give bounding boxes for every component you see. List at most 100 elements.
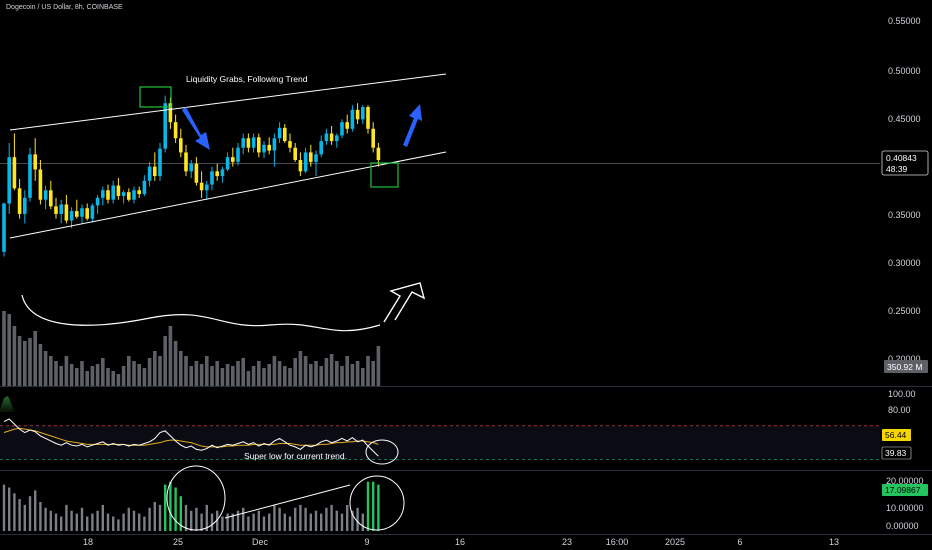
volume-bar [54,361,58,386]
volume-bar [132,361,136,386]
oscillator-bar [247,516,250,531]
candle-body [173,122,178,139]
oscillator-bar [356,507,359,531]
time-tick-label: 16 [455,537,465,547]
candle-body [350,109,355,129]
volume-bar [205,356,209,386]
liquidity-box [370,162,399,188]
oscillator-bar [18,499,21,531]
oscillator-bar [221,516,224,531]
volume-bar [215,361,219,386]
volume-bar [17,336,22,386]
volume-bar [116,374,121,386]
volume-bar [225,364,230,386]
volume-bar [220,368,225,386]
oscillator-bar [273,504,276,531]
candle-body [121,192,126,196]
candle-body [28,154,32,198]
oscillator-bar [106,513,110,531]
oscillator-bar [314,510,318,531]
volume-trend-curve [21,294,381,332]
price-tick-label: 0.30000 [888,258,921,268]
volume-bar [345,356,349,386]
volume-bar [173,341,178,386]
volume-bar [64,356,69,386]
candle-body [38,169,43,200]
rsi-tick-label: 80.00 [888,405,911,415]
candle-body [215,171,219,177]
oscillator-bar [184,504,188,531]
candle-body [194,163,199,183]
oscillator-bar [164,484,167,531]
candle-body [189,163,193,172]
oscillator-bar [174,487,177,531]
candle-body [153,166,157,177]
volume-bar [121,366,126,386]
time-tick-label: 18 [83,537,93,547]
oscillator-bar [75,513,78,531]
candle-body [80,208,84,217]
oscillator-bar [2,484,6,531]
time-tick-label: 13 [829,537,839,547]
candle-body [59,204,63,214]
oscillator-bar [346,504,349,531]
time-tick-label: 23 [562,537,572,547]
volume-bar [371,361,375,386]
time-tick-label: 25 [173,537,183,547]
oscillator-bar [262,516,266,531]
rsi-band-background [0,425,880,460]
oscillator-bar [320,513,323,531]
oscillator-bar [49,510,52,531]
volume-bar [303,356,308,386]
volume-bar [262,368,266,386]
volume-bar [293,358,297,386]
volume-bar [246,371,251,386]
volume-bar [257,361,261,386]
candle-body [106,190,110,200]
volume-bar [28,338,32,386]
oscillator-bar [132,510,136,531]
volume-bar [194,361,199,386]
oscillator-bar [39,502,42,531]
oscillator-value: 17.09867 [885,485,921,495]
candle-body [309,152,313,162]
oscillator-bar [143,516,146,531]
volume-bar [147,358,152,386]
oscillator-bar [236,510,240,531]
candle-body [49,190,53,207]
time-tick-label: Dec [252,537,269,547]
oscillator-bar [138,513,141,531]
volume-bar [319,366,323,386]
candle-body [184,152,188,172]
oscillator-bar [158,504,162,531]
volume-bar [106,368,110,386]
time-tick-label: 9 [364,537,369,547]
oscillator-bar [268,513,271,531]
volume-bar [38,344,43,386]
candle-body [340,122,344,136]
volume-bar [33,331,37,386]
volume-bar [179,351,183,386]
oscillator-bar [8,487,11,531]
oscillator-bar [330,504,333,531]
annotation-rsi-note: Super low for current trend. [244,451,347,461]
volume-bar [267,364,271,386]
oscillator-bar [372,481,375,531]
oscillator-bar [309,513,312,531]
oscillator-bar [304,507,307,531]
volume-bar [75,368,79,386]
candle-body [277,127,282,139]
volume-bar [189,366,193,386]
rsi-tick-label: 100.00 [888,389,916,399]
volume-bar [49,356,53,386]
oscillator-bar [325,507,328,531]
candle-body [345,122,349,129]
candle-body [241,138,245,148]
candle-body [225,157,230,170]
oscillator-bar [34,490,37,531]
candle-body [2,203,6,252]
oscillator-bar [44,507,47,531]
volume-bar [241,358,245,386]
oscillator-bar [60,516,63,531]
price-tick-label: 0.50000 [888,66,921,76]
